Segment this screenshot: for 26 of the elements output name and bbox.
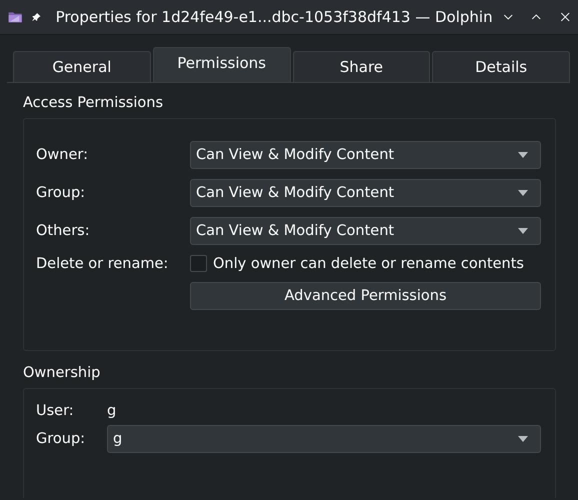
field-label: Group: [36,431,86,447]
checkbox-label: Only owner can delete or rename contents [213,256,524,272]
dropdown[interactable]: Can View & Modify Content [190,141,541,169]
caret-icon [518,190,528,196]
caret-icon [518,228,528,234]
dropdown[interactable]: Can View & Modify Content [190,179,541,207]
caret-icon [518,436,528,442]
checkbox[interactable] [190,255,207,272]
tab[interactable]: Share [292,51,430,82]
tab[interactable]: Details [432,51,570,82]
dropdown[interactable]: g [107,425,541,453]
field-label: Delete or rename: [36,256,170,272]
group-title: Access Permissions [23,95,164,111]
dropdown[interactable]: Can View & Modify Content [190,217,541,245]
caret-icon [518,152,528,158]
group-title: Ownership [23,365,102,381]
window-title: Properties for 1d24fe49-e1...dbc-1053f38df413 — Dolphin [56,8,493,26]
tab[interactable]: General [13,51,151,82]
field-label: User: [36,403,75,419]
pin-icon[interactable] [32,10,42,24]
field-label: Others: [36,223,91,239]
tab[interactable]: Permissions [152,47,290,82]
field-label: Owner: [36,147,89,163]
advanced-permissions-button[interactable]: Advanced Permissions [190,282,541,310]
field-label: Group: [36,185,86,201]
user-name: g [107,403,118,419]
